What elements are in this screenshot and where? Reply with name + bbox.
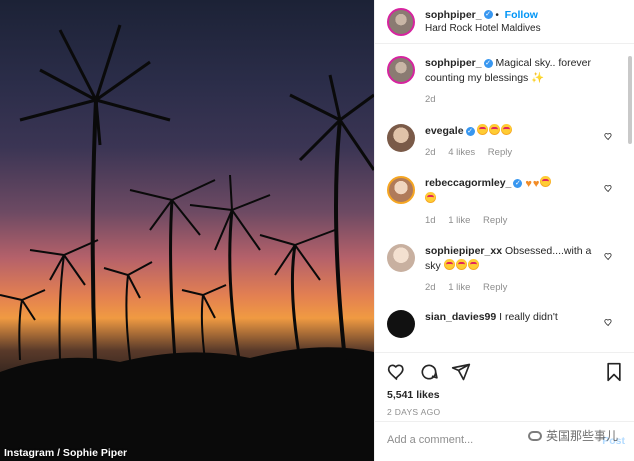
wechat-icon (527, 430, 542, 441)
comment-username[interactable]: evegale (425, 125, 464, 137)
header-username[interactable]: sophpiper_ (425, 9, 482, 21)
comment-likes[interactable]: 1 like (448, 282, 470, 293)
comment-text: I really didn't (499, 311, 558, 323)
post-photo: Instagram / Sophie Piper (0, 0, 374, 461)
action-icons (387, 359, 623, 385)
photo-credit: Instagram / Sophie Piper (4, 447, 128, 459)
verified-badge-icon: ✓ (483, 10, 493, 20)
comment-likes[interactable]: 1 like (448, 215, 470, 226)
verified-badge-icon: ✓ (513, 178, 523, 188)
like-comment-heart-icon[interactable] (604, 252, 613, 261)
comment-username[interactable]: rebeccagormley_ (425, 177, 511, 189)
like-comment-heart-icon[interactable] (604, 318, 613, 327)
post-side-panel: sophpiper_ ✓ • Follow Hard Rock Hotel Mal… (374, 0, 634, 461)
comment-avatar[interactable] (387, 176, 415, 204)
comment-likes[interactable]: 4 likes (448, 147, 475, 158)
caption-text-block: sophpiper_ ✓ Magical sky.. forever counti… (425, 56, 595, 124)
comment-item: sophiepiper_xx Obsessed....with a sky 2d… (375, 244, 627, 310)
like-comment-heart-icon[interactable] (604, 132, 613, 141)
sparkles-emoji: ✨ (531, 72, 545, 84)
comment-avatar[interactable] (387, 244, 415, 272)
comment-body: sian_davies99 I really didn't (425, 310, 595, 340)
comment-item: sian_davies99 I really didn't (375, 310, 627, 340)
comment-meta: 2d 1 like Reply (425, 280, 595, 295)
comments-scrollbar[interactable] (628, 56, 632, 144)
verified-badge-icon: ✓ (465, 126, 475, 136)
reply-button[interactable]: Reply (483, 215, 507, 226)
caption-username[interactable]: sophpiper_ (425, 57, 482, 69)
verified-badge-icon: ✓ (483, 58, 493, 68)
comment-time: 1d (425, 215, 436, 226)
reply-button[interactable]: Reply (483, 282, 507, 293)
comment-item: evegale ✓ 2d 4 likes Reply (375, 124, 627, 176)
avatar[interactable] (387, 7, 415, 36)
bookmark-icon[interactable] (605, 362, 623, 382)
watermark: 英国那些事儿 (527, 427, 618, 444)
post-header: sophpiper_ ✓ • Follow Hard Rock Hotel Mal… (375, 0, 634, 44)
post-date: 2 DAYS AGO (387, 407, 441, 417)
comment-meta: 1d 1 like Reply (425, 213, 595, 228)
reply-button[interactable]: Reply (488, 147, 512, 158)
post-actions: 5,541 likes 2 DAYS AGO (375, 352, 634, 417)
like-count[interactable]: 5,541 likes (387, 389, 623, 401)
heart-eyes-emoji (477, 124, 513, 137)
comment-body: rebeccagormley_ ✓ ♥♥ 1d 1 like Reply (425, 176, 595, 244)
share-icon[interactable] (451, 362, 471, 382)
comment-body: sophiepiper_xx Obsessed....with a sky 2d… (425, 244, 595, 310)
caption-meta: 2d (425, 92, 595, 107)
watermark-text: 英国那些事儿 (545, 429, 618, 443)
location-link[interactable]: Hard Rock Hotel Maldives (425, 22, 541, 35)
caption: sophpiper_ ✓ Magical sky.. forever counti… (375, 56, 627, 124)
caption-time: 2d (425, 94, 436, 105)
caption-avatar[interactable] (387, 56, 415, 84)
comment-body: evegale ✓ 2d 4 likes Reply (425, 124, 595, 176)
comment-avatar[interactable] (387, 124, 415, 152)
palm-silhouettes (0, 24, 374, 461)
heart-icon[interactable] (387, 362, 407, 382)
header-text: sophpiper_ ✓ • Follow Hard Rock Hotel Mal… (425, 9, 541, 35)
comment-time: 2d (425, 147, 436, 158)
comment-avatar[interactable] (387, 310, 415, 338)
follow-button[interactable]: Follow (505, 9, 538, 21)
comment-username[interactable]: sian_davies99 (425, 311, 496, 323)
comment-meta: 2d 4 likes Reply (425, 145, 595, 160)
add-comment-input[interactable]: Add a comment... (387, 434, 473, 446)
comments-list: sophpiper_ ✓ Magical sky.. forever counti… (375, 56, 627, 346)
comment-item: rebeccagormley_ ✓ ♥♥ 1d 1 like Reply (375, 176, 627, 244)
comment-username[interactable]: sophiepiper_xx (425, 245, 502, 257)
separator-dot: • (495, 9, 499, 21)
heart-eyes-emoji (443, 259, 480, 272)
comment-icon[interactable] (419, 362, 439, 382)
like-comment-heart-icon[interactable] (604, 184, 613, 193)
comment-time: 2d (425, 282, 436, 293)
instagram-post: Instagram / Sophie Piper sophpiper_ ✓ • F… (0, 0, 634, 461)
